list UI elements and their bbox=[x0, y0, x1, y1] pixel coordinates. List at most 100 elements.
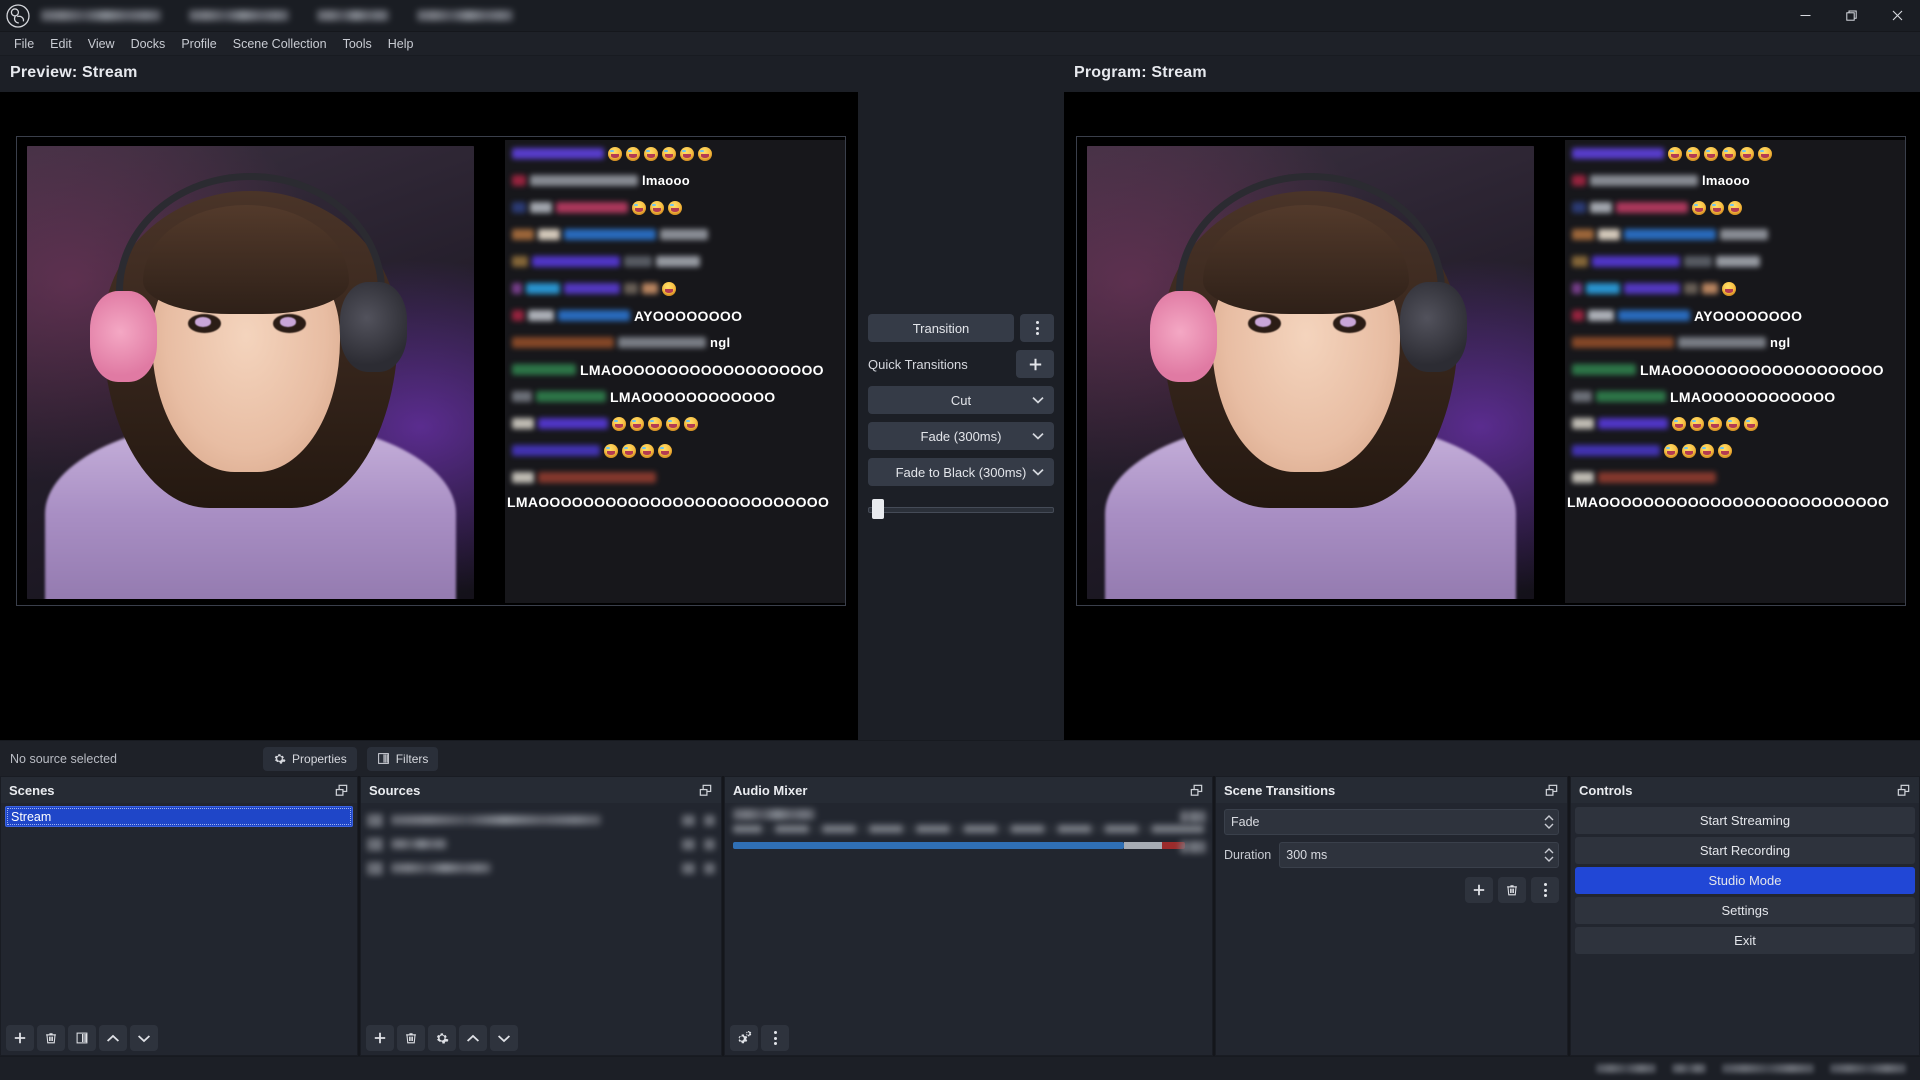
controls-undock-button[interactable] bbox=[1896, 783, 1911, 798]
add-quick-transition-button[interactable] bbox=[1016, 350, 1054, 378]
scene-filters-button[interactable] bbox=[68, 1025, 96, 1051]
emoji-icon bbox=[604, 443, 618, 458]
remove-source-button[interactable] bbox=[397, 1025, 425, 1051]
dock-scene-transitions: Scene Transitions Fade Duration 300 ms bbox=[1215, 776, 1568, 1056]
menu-tools[interactable]: Tools bbox=[335, 34, 380, 54]
chat-row: LMAOOOOOOOOOOOOOOOOOOOOOOOOOO bbox=[1565, 491, 1905, 513]
advanced-audio-properties-button[interactable] bbox=[730, 1025, 758, 1051]
chat-message-blur bbox=[660, 229, 708, 240]
window-title-segment bbox=[317, 10, 389, 21]
emoji-icon bbox=[698, 146, 712, 161]
audio-mixer-undock-button[interactable] bbox=[1189, 783, 1204, 798]
exit-button[interactable]: Exit bbox=[1575, 927, 1915, 954]
minimize-button[interactable] bbox=[1782, 0, 1828, 32]
eye-right-shape bbox=[1332, 313, 1367, 333]
preview-chat-source: lmaooo AYOOOOOOOO ngl LMAOOOOOOOOOOOOOOO… bbox=[505, 140, 845, 603]
dock-audio-mixer: Audio Mixer bbox=[724, 776, 1213, 1056]
preview-canvas[interactable]: lmaooo AYOOOOOOOO ngl LMAOOOOOOOOOOOOOOO… bbox=[0, 92, 858, 740]
menu-docks[interactable]: Docks bbox=[123, 34, 174, 54]
scene-transitions-undock-button[interactable] bbox=[1544, 783, 1559, 798]
menu-scene-collection[interactable]: Scene Collection bbox=[225, 34, 335, 54]
chevron-down-icon bbox=[137, 1034, 151, 1042]
start-streaming-button[interactable]: Start Streaming bbox=[1575, 807, 1915, 834]
menu-file[interactable]: File bbox=[6, 34, 42, 54]
source-properties-button[interactable] bbox=[428, 1025, 456, 1051]
restore-window-icon bbox=[1845, 10, 1857, 21]
program-label: Program: Stream bbox=[1074, 64, 1207, 81]
minimize-icon bbox=[1800, 15, 1810, 16]
scenes-undock-button[interactable] bbox=[334, 783, 349, 798]
close-button[interactable] bbox=[1874, 0, 1920, 32]
chat-badge-blur bbox=[1572, 202, 1586, 213]
scene-item-label: Stream bbox=[11, 809, 52, 824]
studio-mode-button[interactable]: Studio Mode bbox=[1575, 867, 1915, 894]
move-source-down-button[interactable] bbox=[490, 1025, 518, 1051]
transition-type-select[interactable]: Fade bbox=[1224, 809, 1559, 835]
source-list-item[interactable] bbox=[361, 808, 721, 832]
source-name-blur bbox=[391, 863, 491, 873]
move-scene-down-button[interactable] bbox=[130, 1025, 158, 1051]
preview-scene: lmaooo AYOOOOOOOO ngl LMAOOOOOOOOOOOOOOO… bbox=[16, 136, 846, 606]
menu-view[interactable]: View bbox=[80, 34, 123, 54]
move-source-up-button[interactable] bbox=[459, 1025, 487, 1051]
start-recording-button[interactable]: Start Recording bbox=[1575, 837, 1915, 864]
source-list-item[interactable] bbox=[361, 856, 721, 880]
add-transition-button[interactable] bbox=[1465, 877, 1493, 903]
sources-title: Sources bbox=[369, 782, 421, 798]
properties-button[interactable]: Properties bbox=[263, 746, 357, 771]
chat-badge-blur bbox=[1572, 391, 1592, 402]
transition-button[interactable]: Transition bbox=[868, 314, 1014, 342]
controls-body: Start Streaming Start Recording Studio M… bbox=[1571, 803, 1919, 1055]
chat-message-text: LMAOOOOOOOOOOOOOOOOOOO bbox=[580, 361, 824, 378]
program-canvas[interactable]: lmaooo AYOOOOOOOO ngl LMAOOOOOOOOOOOOOOO… bbox=[1064, 92, 1920, 740]
sources-undock-button[interactable] bbox=[698, 783, 713, 798]
source-visibility-controls[interactable] bbox=[682, 814, 715, 826]
scene-item-stream[interactable]: Stream bbox=[5, 806, 353, 827]
quick-transition-fade[interactable]: Fade (300ms) bbox=[868, 422, 1054, 450]
maximize-button[interactable] bbox=[1828, 0, 1874, 32]
transition-tbar-slider[interactable] bbox=[868, 499, 1054, 519]
menu-profile[interactable]: Profile bbox=[173, 34, 224, 54]
add-scene-button[interactable] bbox=[6, 1025, 34, 1051]
move-scene-up-button[interactable] bbox=[99, 1025, 127, 1051]
transition-menu-button[interactable] bbox=[1531, 877, 1559, 903]
transition-controls: Transition Quick Transitions Cut Fade (3… bbox=[858, 56, 1064, 740]
chat-row: LMAOOOOOOOOOOOO bbox=[1565, 383, 1905, 410]
sources-list[interactable] bbox=[361, 803, 721, 1021]
menu-help[interactable]: Help bbox=[380, 34, 422, 54]
quick-transition-fade-to-black[interactable]: Fade to Black (300ms) bbox=[868, 458, 1054, 486]
duration-spinner[interactable] bbox=[1544, 848, 1554, 862]
settings-button[interactable]: Settings bbox=[1575, 897, 1915, 924]
chat-message-blur bbox=[1684, 256, 1712, 267]
scenes-list[interactable]: Stream bbox=[1, 803, 357, 1021]
audio-channel-row[interactable] bbox=[725, 803, 1212, 854]
quick-transition-cut[interactable]: Cut bbox=[868, 386, 1054, 414]
headphone-earcup-right bbox=[1399, 281, 1467, 373]
volume-slider[interactable] bbox=[733, 840, 1204, 850]
source-visibility-controls[interactable] bbox=[682, 862, 715, 874]
chat-username-blur bbox=[1572, 337, 1674, 348]
audio-channel-controls[interactable] bbox=[1180, 811, 1206, 853]
undock-icon bbox=[699, 784, 712, 796]
chat-message-text: LMAOOOOOOOOOOOO bbox=[1670, 388, 1836, 405]
tbar-handle[interactable] bbox=[872, 499, 884, 519]
gear-icon bbox=[274, 754, 286, 764]
menu-edit[interactable]: Edit bbox=[42, 34, 80, 54]
remove-transition-button[interactable] bbox=[1498, 877, 1526, 903]
filters-button[interactable]: Filters bbox=[366, 746, 439, 771]
remove-scene-button[interactable] bbox=[37, 1025, 65, 1051]
duration-spinbox[interactable]: 300 ms bbox=[1279, 842, 1559, 868]
source-list-item[interactable] bbox=[361, 832, 721, 856]
emoji-icon bbox=[640, 443, 654, 458]
transition-menu-button[interactable] bbox=[1020, 314, 1054, 342]
chat-row bbox=[1565, 140, 1905, 167]
window-title-segment bbox=[189, 10, 289, 21]
chat-message-blur bbox=[558, 310, 630, 321]
chat-username-blur bbox=[530, 202, 552, 213]
audio-mixer-menu-button[interactable] bbox=[761, 1025, 789, 1051]
transition-type-spinner[interactable] bbox=[1544, 815, 1554, 829]
source-visibility-controls[interactable] bbox=[682, 838, 715, 850]
eye-left-shape bbox=[1247, 313, 1282, 333]
add-source-button[interactable] bbox=[366, 1025, 394, 1051]
audio-mixer-body[interactable] bbox=[725, 803, 1212, 1021]
